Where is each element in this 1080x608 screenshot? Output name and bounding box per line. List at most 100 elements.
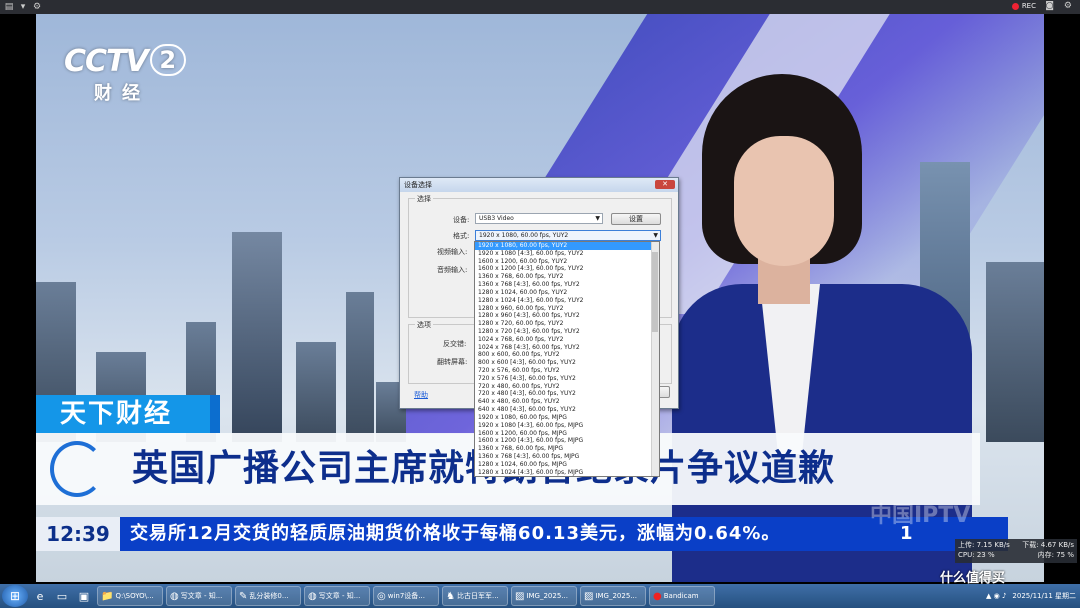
network-meter: 上传: 7.15 KB/s 下载: 4.67 KB/s CPU: 23 % 内存… (955, 539, 1077, 563)
format-option[interactable]: 1600 x 1200 [4:3], 60.00 fps, MJPG (475, 437, 659, 445)
program-tag: 天下财经 (36, 395, 210, 433)
format-option[interactable]: 1280 x 1024 [4:3], 60.00 fps, MJPG (475, 469, 659, 476)
taskbar-task-button[interactable]: ◍ 写文章 - 知... (166, 586, 232, 606)
deinterlace-label: 反交错: (443, 340, 467, 348)
tray-icons[interactable]: ▲ ◉ ♪ (986, 592, 1006, 600)
help-link[interactable]: 帮助 (414, 390, 428, 400)
chrome-icon: ◍ (170, 590, 179, 602)
taskbar-task-button[interactable]: ♞ 比古日军军... (442, 586, 508, 606)
device-select[interactable]: USB3 Video ▼ (475, 213, 603, 224)
skyline-building (986, 262, 1044, 442)
taskbar-task-button[interactable]: ▨ IMG_2025... (580, 586, 646, 606)
taskbar-task-label: Q:\SOYO\... (115, 592, 154, 600)
chrome-icon: ◍ (308, 590, 317, 602)
ticker-clock: 12:39 (36, 517, 120, 551)
ie-icon[interactable]: e (30, 586, 50, 606)
taskbar-task-button[interactable]: ◍ 写文章 - 知... (304, 586, 370, 606)
format-option[interactable]: 800 x 600 [4:3], 60.00 fps, YUY2 (475, 359, 659, 367)
format-option[interactable]: 720 x 576, 60.00 fps, YUY2 (475, 367, 659, 375)
chevron-down-icon: ▼ (595, 215, 600, 222)
format-option[interactable]: 1024 x 768, 60.00 fps, YUY2 (475, 336, 659, 344)
format-option[interactable]: 1920 x 1080, 60.00 fps, YUY2 (475, 242, 659, 250)
format-option[interactable]: 1360 x 768 [4:3], 60.00 fps, YUY2 (475, 281, 659, 289)
format-option[interactable]: 1920 x 1080, 60.00 fps, MJPG (475, 414, 659, 422)
taskbar-task-label: 写文章 - 知... (318, 592, 361, 600)
anchor-face (734, 136, 834, 266)
device-label: 设备: (453, 216, 470, 224)
camera-icon[interactable]: ◙ (1045, 1, 1054, 11)
format-option[interactable]: 1600 x 1200, 60.00 fps, MJPG (475, 430, 659, 438)
taskbar-task-label: Bandicam (663, 592, 699, 600)
format-option[interactable]: 1600 x 1200, 60.00 fps, YUY2 (475, 258, 659, 266)
taskbar-task-label: IMG_2025... (595, 592, 637, 600)
firefox-icon: ◎ (377, 590, 386, 602)
game-icon: ♞ (446, 590, 455, 602)
monitor-icon[interactable]: ▭ (52, 586, 72, 606)
format-option[interactable]: 720 x 480 [4:3], 60.00 fps, YUY2 (475, 390, 659, 398)
format-option[interactable]: 1360 x 768, 60.00 fps, MJPG (475, 445, 659, 453)
video-input-label: 视频输入: (437, 248, 468, 256)
format-option[interactable]: 1024 x 768 [4:3], 60.00 fps, YUY2 (475, 344, 659, 352)
scrollbar-thumb[interactable] (652, 252, 658, 332)
record-icon: ● (653, 590, 662, 602)
format-option[interactable]: 1280 x 720, 60.00 fps, YUY2 (475, 320, 659, 328)
rec-indicator[interactable]: REC (1011, 2, 1036, 10)
window-icon[interactable]: ▣ (74, 586, 94, 606)
note-icon: ✎ (239, 590, 248, 602)
taskbar-task-label: win7设备... (387, 592, 425, 600)
tray-clock[interactable]: 2025/11/11 星期二 (1012, 592, 1076, 601)
iptv-watermark: 中国IPTV (870, 503, 971, 528)
format-option[interactable]: 1360 x 768 [4:3], 60.00 fps, MJPG (475, 453, 659, 461)
taskbar-task-button[interactable]: ✎ 乱分装修0... (235, 586, 301, 606)
taskbar-task-button[interactable]: ▨ IMG_2025... (511, 586, 577, 606)
format-option[interactable]: 1600 x 1200 [4:3], 60.00 fps, YUY2 (475, 265, 659, 273)
format-select[interactable]: 1920 x 1080, 60.00 fps, YUY2 ▼ (475, 230, 661, 241)
format-option[interactable]: 1280 x 720 [4:3], 60.00 fps, YUY2 (475, 328, 659, 336)
logo-channel-number: 2 (149, 44, 186, 76)
dialog-titlebar[interactable]: 设备选择 ✕ (400, 178, 678, 192)
taskbar-task-label: 乱分装修0... (249, 592, 289, 600)
dialog-title: 设备选择 (404, 181, 432, 189)
format-option[interactable]: 800 x 600, 60.00 fps, YUY2 (475, 351, 659, 359)
taskbar-task-button[interactable]: ◎ win7设备... (373, 586, 439, 606)
ticker-text: 交易所12月交货的轻质原油期货价格收于每桶60.13美元，涨幅为0.64%。 (130, 523, 781, 544)
format-option[interactable]: 1360 x 768, 60.00 fps, YUY2 (475, 273, 659, 281)
logo-main-text: CCTV (64, 44, 149, 79)
format-label: 格式: (453, 232, 470, 240)
format-option[interactable]: 1280 x 1024 [4:3], 60.00 fps, YUY2 (475, 297, 659, 305)
options-group-legend: 选项 (415, 320, 433, 330)
format-option[interactable]: 1280 x 960 [4:3], 60.00 fps, YUY2 (475, 312, 659, 320)
format-option[interactable]: 1280 x 1024, 60.00 fps, MJPG (475, 461, 659, 469)
start-button[interactable]: ⊞ (2, 585, 28, 607)
image-icon: ▨ (584, 590, 594, 602)
format-option[interactable]: 1920 x 1080 [4:3], 60.00 fps, YUY2 (475, 250, 659, 258)
settings-icon[interactable]: ⚙ (1064, 1, 1072, 11)
format-option[interactable]: 720 x 576 [4:3], 60.00 fps, YUY2 (475, 375, 659, 383)
upload-speed: 上传: 7.15 KB/s (958, 541, 1010, 549)
menu-icon[interactable]: ▤ (4, 2, 14, 12)
skyline-building (346, 292, 374, 442)
close-button[interactable]: ✕ (655, 180, 675, 189)
system-tray: ▲ ◉ ♪ 2025/11/11 星期二 (986, 586, 1076, 606)
flip-screen-label: 翻转屏幕: (437, 358, 468, 366)
taskbar-task-button[interactable]: ● Bandicam (649, 586, 715, 606)
format-option[interactable]: 1280 x 1024, 60.00 fps, YUY2 (475, 289, 659, 297)
format-dropdown-list[interactable]: 1920 x 1080, 60.00 fps, YUY2 1920 x 1080 … (474, 241, 660, 477)
chevron-down-icon: ▼ (653, 232, 658, 239)
channel-logo: CCTV 2 财经 (64, 44, 186, 105)
download-speed: 下载: 4.67 KB/s (1022, 541, 1074, 549)
gear-icon[interactable]: ⚙ (32, 2, 42, 12)
dropdown-icon[interactable]: ▾ (18, 2, 28, 12)
format-option[interactable]: 1920 x 1080 [4:3], 60.00 fps, MJPG (475, 422, 659, 430)
format-option[interactable]: 1280 x 960, 60.00 fps, YUY2 (475, 305, 659, 313)
device-settings-button[interactable]: 设置 (611, 213, 661, 225)
audio-input-label: 音频输入: (437, 266, 468, 274)
format-option[interactable]: 720 x 480, 60.00 fps, YUY2 (475, 383, 659, 391)
format-option[interactable]: 640 x 480, 60.00 fps, YUY2 (475, 398, 659, 406)
taskbar-task-label: IMG_2025... (526, 592, 568, 600)
dropdown-scrollbar[interactable] (651, 242, 659, 476)
taskbar-task-label: 比古日军军... (456, 592, 499, 600)
format-option[interactable]: 640 x 480 [4:3], 60.00 fps, YUY2 (475, 406, 659, 414)
skyline-tower (232, 232, 282, 442)
taskbar-task-button[interactable]: 📁 Q:\SOYO\... (97, 586, 163, 606)
